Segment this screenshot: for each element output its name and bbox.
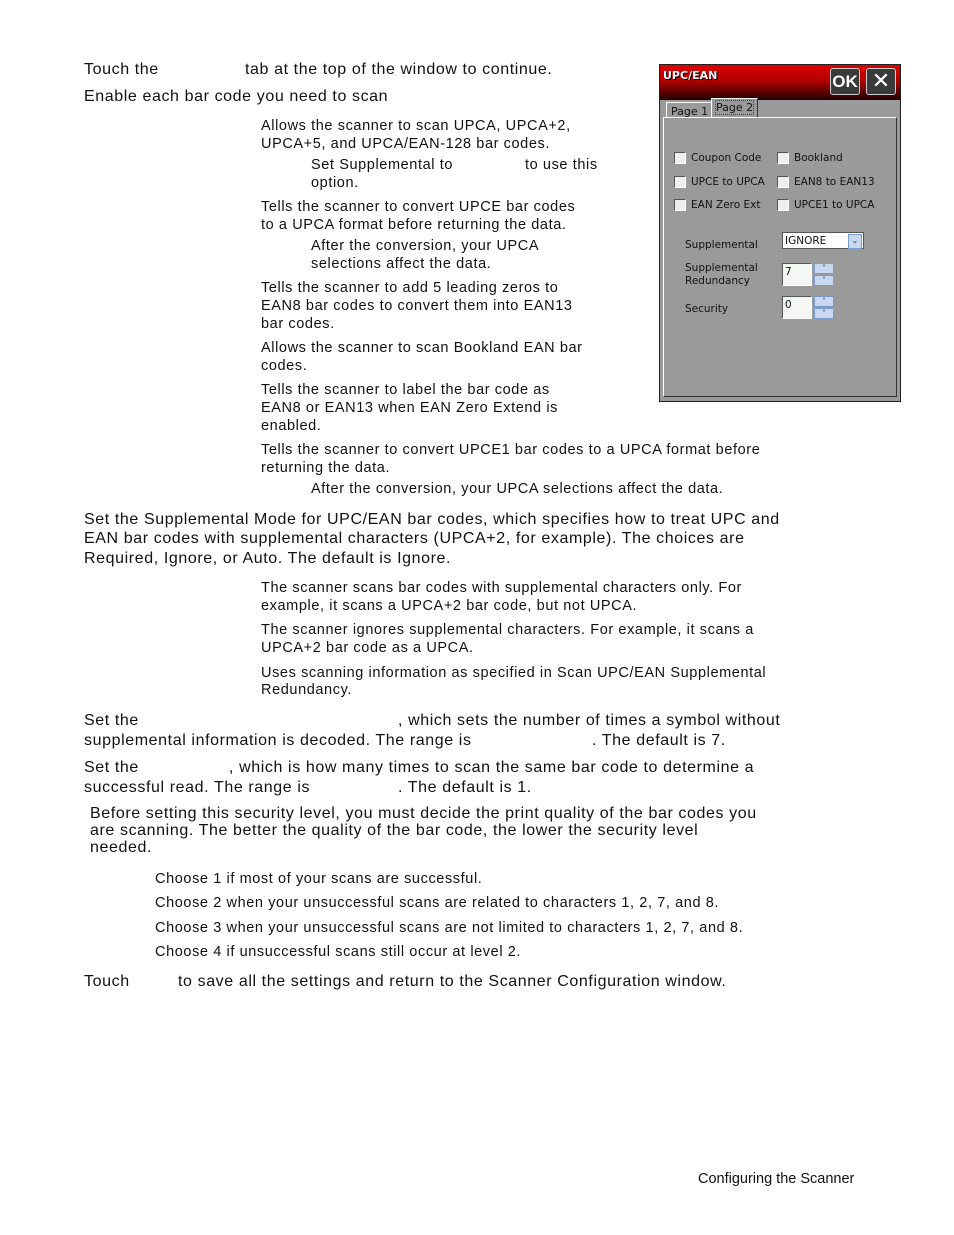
- page-footer: Configuring the Scanner: [698, 1171, 855, 1187]
- redundancy-paragraph: , which sets the number of times a symbo…: [398, 712, 781, 729]
- security-paragraph: , which is how many times to scan the sa…: [229, 759, 755, 776]
- upce-note: After the conversion, your UPCA: [311, 238, 540, 254]
- redundancy-paragraph: . The default is 7.: [592, 732, 726, 749]
- checkbox-label: UPCE1 to UPCA: [794, 199, 875, 211]
- upce1-description: Tells the scanner to convert UPCE1 bar c…: [261, 442, 761, 458]
- auto-description: Uses scanning information as specified i…: [261, 665, 767, 681]
- upce-to-upca-checkbox[interactable]: UPCE to UPCA: [674, 176, 765, 188]
- tab-panel: Coupon Code Bookland UPCE to UPCA EAN8 t…: [663, 117, 897, 397]
- ean-zero-description: Tells the scanner to add 5 leading zeros…: [261, 280, 559, 296]
- tab-bar: Page 1 Page 2: [663, 98, 897, 118]
- security-paragraph: . The default is 1.: [398, 779, 532, 796]
- security-paragraph: successful read. The range is: [84, 779, 311, 796]
- ean-zero-description: EAN8 bar codes to convert them into EAN1…: [261, 298, 573, 314]
- checkbox-label: EAN Zero Ext: [691, 199, 761, 211]
- redundancy-paragraph: Set the: [84, 712, 139, 729]
- checkbox-label: Bookland: [794, 152, 843, 164]
- security-up-icon[interactable]: ˄: [814, 296, 834, 307]
- ean-zero-description: bar codes.: [261, 316, 335, 332]
- required-description: example, it scans a UPCA+2 bar code, but…: [261, 598, 638, 614]
- final-instruction: Touch: [84, 973, 130, 990]
- supplemental-paragraph: Required, Ignore, or Auto. The default i…: [84, 550, 452, 567]
- coupon-code-checkbox[interactable]: Coupon Code: [674, 152, 761, 164]
- bookland-description: codes.: [261, 358, 308, 374]
- security-down-icon[interactable]: ˅: [814, 308, 834, 319]
- instruction-text: Enable each bar code you need to scan: [84, 88, 389, 105]
- checkbox-box: [777, 152, 789, 164]
- supplemental-select[interactable]: IGNORE ⌄: [782, 232, 864, 249]
- upce1-description: returning the data.: [261, 460, 391, 476]
- security-note: needed.: [90, 839, 153, 856]
- coupon-code-description: Allows the scanner to scan UPCA, UPCA+2,: [261, 118, 571, 134]
- ean8-to-ean13-checkbox[interactable]: EAN8 to EAN13: [777, 176, 875, 188]
- required-description: The scanner scans bar codes with supplem…: [261, 580, 742, 596]
- ignore-description: UPCA+2 bar code as a UPCA.: [261, 640, 474, 656]
- security-label: Security: [685, 303, 729, 315]
- coupon-code-note: to use this: [525, 157, 598, 173]
- security-note: Before setting this security level, you …: [90, 805, 757, 822]
- instruction-text: Touch the: [84, 61, 159, 78]
- checkbox-box: [777, 199, 789, 211]
- supplemental-paragraph: Set the Supplemental Mode for UPC/EAN ba…: [84, 511, 780, 528]
- ean8-description: enabled.: [261, 418, 322, 434]
- tab-page-2[interactable]: Page 2: [711, 98, 759, 118]
- dialog-titlebar: UPC/EAN OK ✕: [660, 65, 900, 100]
- checkbox-box: [674, 199, 686, 211]
- supplemental-value: IGNORE: [785, 235, 827, 247]
- security-choice: Choose 2 when your unsuccessful scans ar…: [155, 895, 720, 911]
- upce-description: to a UPCA format before returning the da…: [261, 217, 567, 233]
- checkbox-box: [674, 176, 686, 188]
- close-icon[interactable]: ✕: [866, 68, 896, 95]
- dialog-title: UPC/EAN: [663, 69, 718, 82]
- auto-description: Redundancy.: [261, 682, 352, 698]
- upce1-note: After the conversion, your UPCA selectio…: [311, 481, 724, 497]
- bookland-description: Allows the scanner to scan Bookland EAN …: [261, 340, 583, 356]
- ean8-description: Tells the scanner to label the bar code …: [261, 382, 550, 398]
- ignore-description: The scanner ignores supplemental charact…: [261, 622, 754, 638]
- redundancy-label: Redundancy: [685, 275, 750, 287]
- redundancy-label: Supplemental: [685, 262, 758, 274]
- ok-button[interactable]: OK: [830, 68, 860, 95]
- security-input[interactable]: 0: [782, 296, 812, 319]
- instruction-text: tab at the top of the window to continue…: [245, 61, 553, 78]
- checkbox-label: Coupon Code: [691, 152, 762, 164]
- security-choice: Choose 4 if unsuccessful scans still occ…: [155, 944, 522, 960]
- ean8-description: EAN8 or EAN13 when EAN Zero Extend is: [261, 400, 559, 416]
- redundancy-down-icon[interactable]: ˅: [814, 275, 834, 286]
- security-choice: Choose 3 when your unsuccessful scans ar…: [155, 920, 744, 936]
- checkbox-box: [777, 176, 789, 188]
- bookland-checkbox[interactable]: Bookland: [777, 152, 843, 164]
- coupon-code-note: Set Supplemental to: [311, 157, 453, 173]
- coupon-code-note: option.: [311, 175, 359, 191]
- checkbox-label: UPCE to UPCA: [691, 176, 765, 188]
- security-paragraph: Set the: [84, 759, 139, 776]
- security-choice: Choose 1 if most of your scans are succe…: [155, 871, 483, 887]
- tab-page-2-label: Page 2: [714, 100, 755, 115]
- final-instruction: to save all the settings and return to t…: [178, 973, 727, 990]
- ean-zero-ext-checkbox[interactable]: EAN Zero Ext: [674, 199, 760, 211]
- upce-note: selections affect the data.: [311, 256, 492, 272]
- coupon-code-description: UPCA+5, and UPCA/EAN-128 bar codes.: [261, 136, 550, 152]
- upc-ean-dialog: UPC/EAN OK ✕ Page 1 Page 2 Coupon Code B…: [659, 64, 901, 402]
- redundancy-input[interactable]: 7: [782, 263, 812, 286]
- redundancy-up-icon[interactable]: ˄: [814, 263, 834, 274]
- checkbox-label: EAN8 to EAN13: [794, 176, 875, 188]
- chevron-down-icon[interactable]: ⌄: [848, 234, 862, 249]
- upce-description: Tells the scanner to convert UPCE bar co…: [261, 199, 576, 215]
- tab-page-1[interactable]: Page 1: [666, 102, 714, 118]
- upce1-to-upca-checkbox[interactable]: UPCE1 to UPCA: [777, 199, 874, 211]
- checkbox-box: [674, 152, 686, 164]
- supplemental-label: Supplemental: [685, 239, 758, 251]
- redundancy-paragraph: supplemental information is decoded. The…: [84, 732, 472, 749]
- supplemental-paragraph: EAN bar codes with supplemental characte…: [84, 530, 745, 547]
- security-note: are scanning. The better the quality of …: [90, 822, 699, 839]
